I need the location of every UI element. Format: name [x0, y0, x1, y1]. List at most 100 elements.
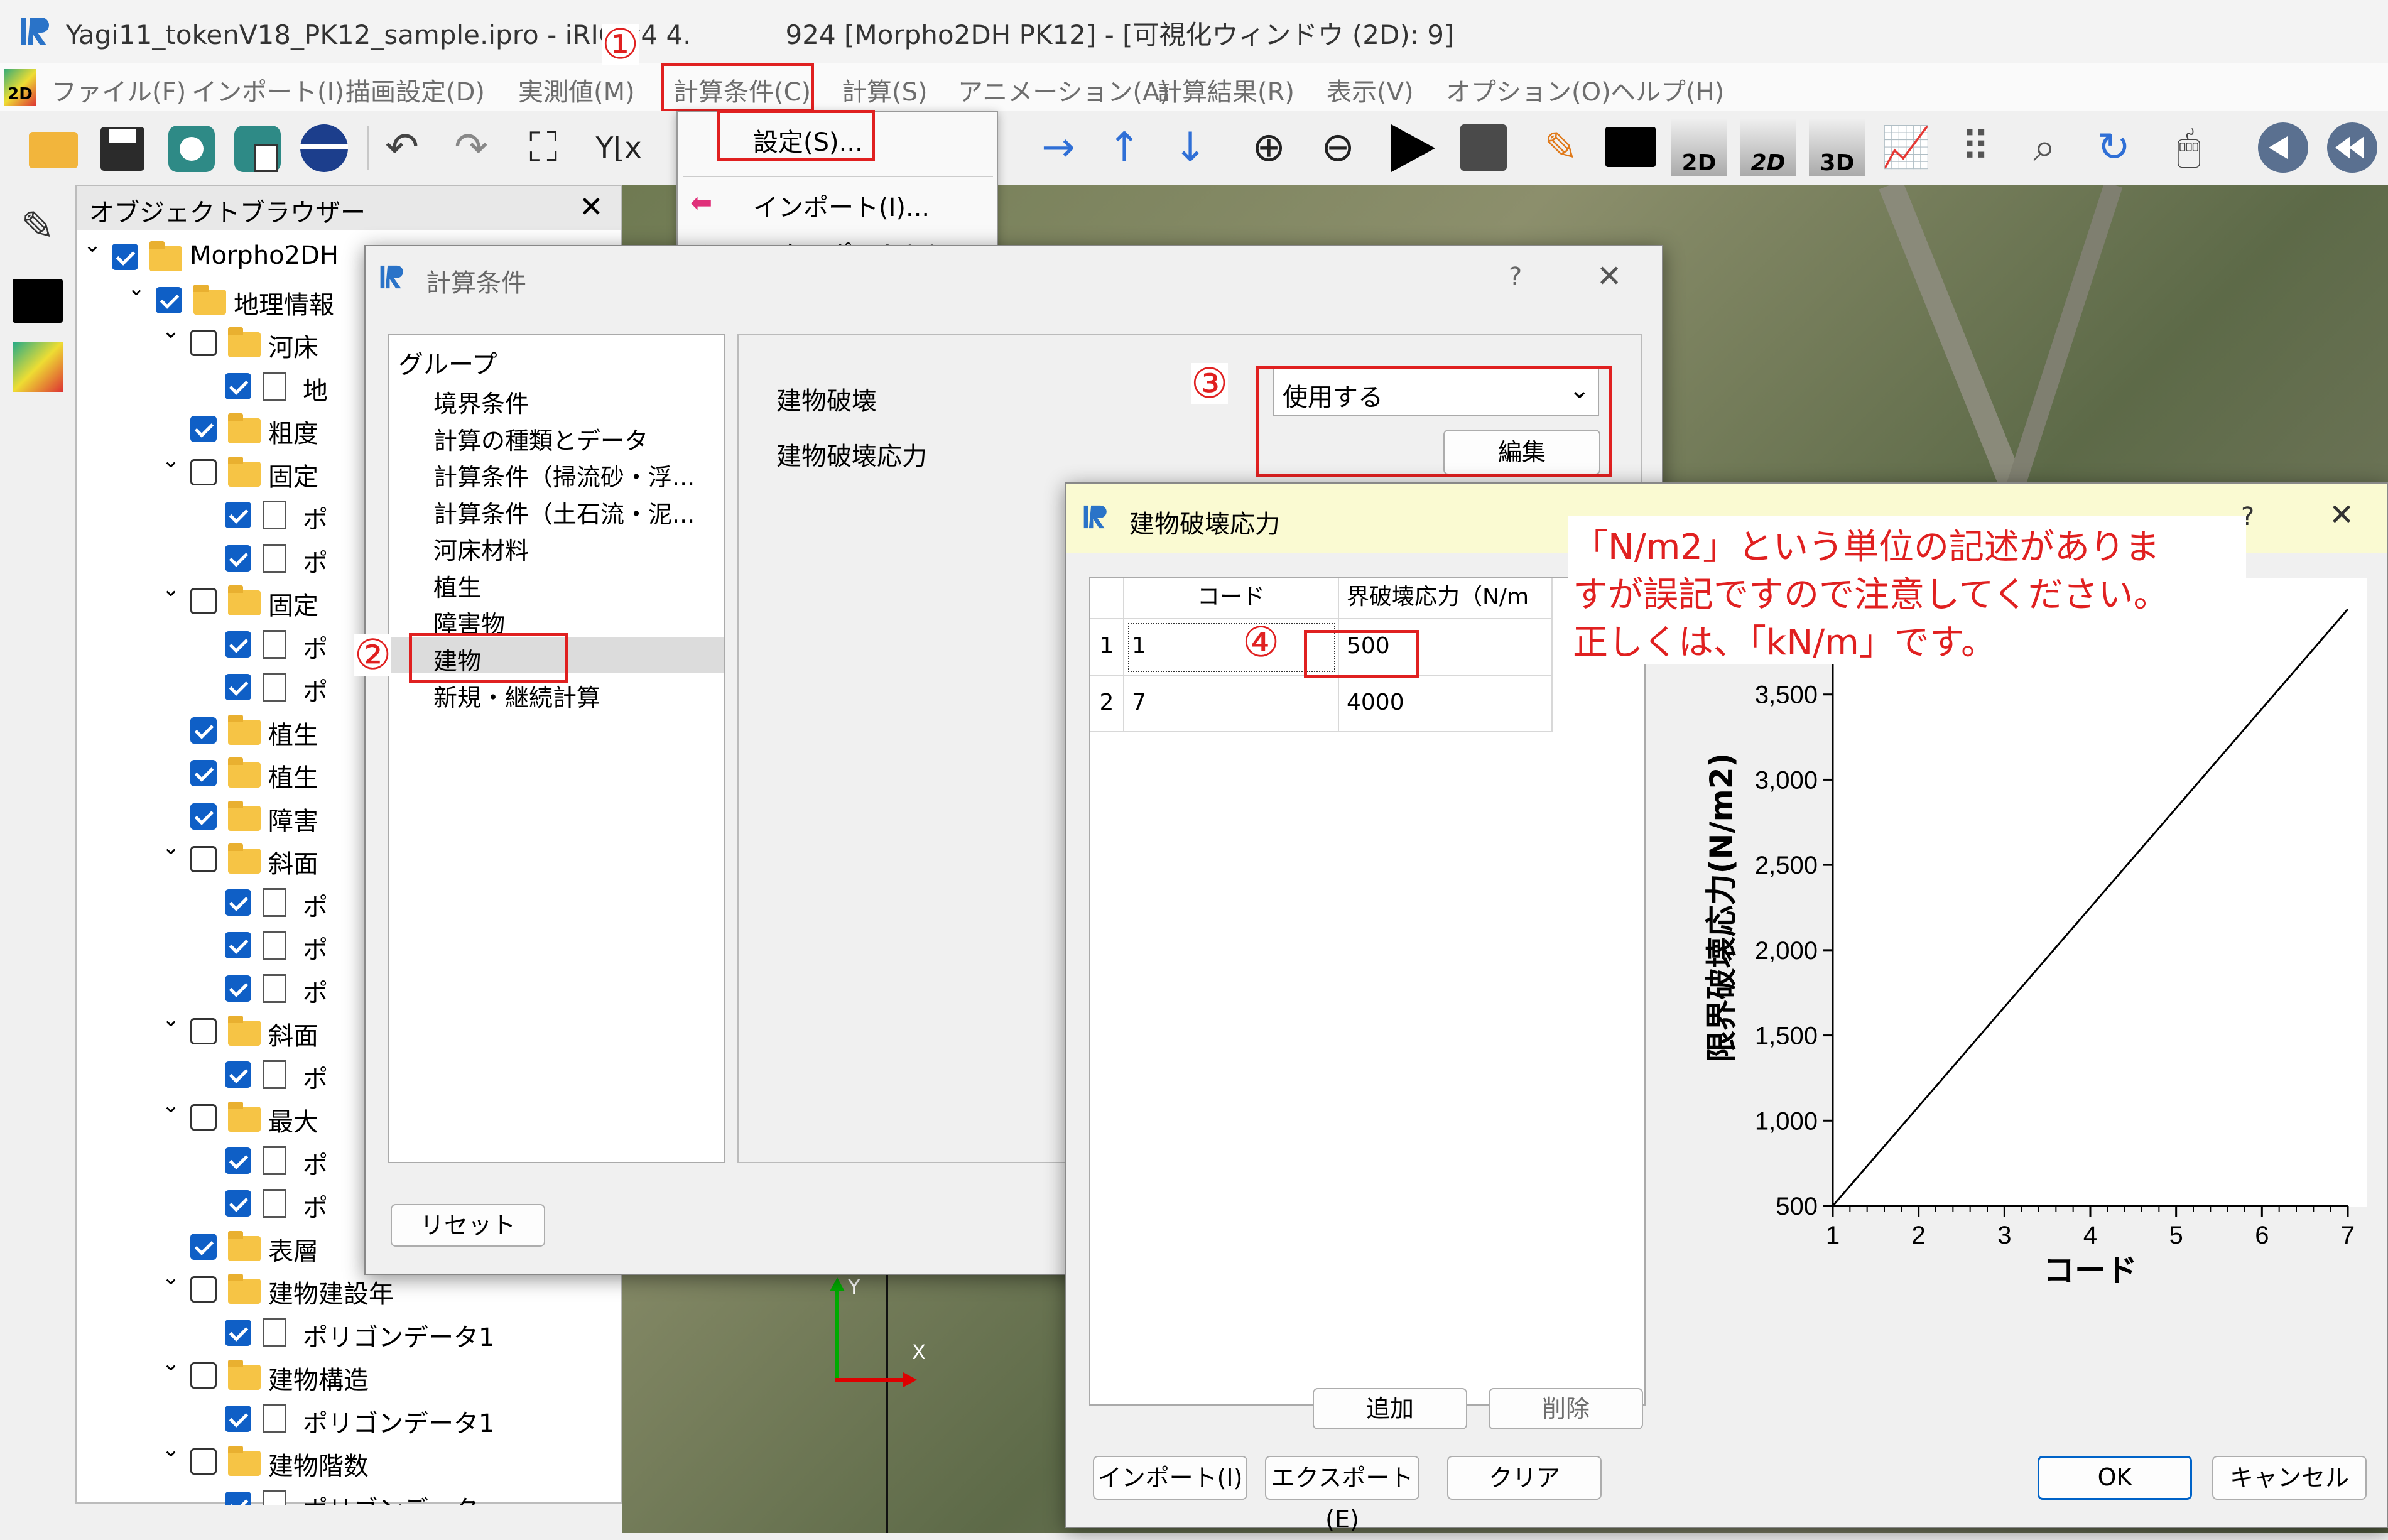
checkbox[interactable] [225, 932, 251, 958]
cancel-button[interactable]: キャンセル [2212, 1456, 2367, 1500]
tree-row[interactable]: ⌄ 建物階数 [77, 1437, 621, 1483]
graph-zoom-icon[interactable]: ⌕ [2016, 119, 2073, 176]
menu-calc[interactable]: 計算(S) [842, 72, 928, 108]
menu-file[interactable]: ファイル(F) [52, 72, 186, 108]
open-folder-icon[interactable] [25, 119, 82, 176]
camera-icon[interactable] [163, 119, 220, 176]
group-item[interactable]: 計算条件（土石流・泥... [433, 495, 695, 529]
checkbox[interactable] [112, 244, 138, 270]
zoom-fit-icon[interactable]: ⛶ [515, 119, 572, 176]
play-icon[interactable] [1385, 119, 1441, 176]
line-graph-icon[interactable]: 📈 [1878, 119, 1935, 176]
chevron-down-icon[interactable]: ⌄ [161, 577, 180, 602]
save-icon[interactable] [94, 119, 151, 176]
clear-button[interactable]: クリア [1447, 1456, 1602, 1500]
reset-button[interactable]: リセット [391, 1204, 545, 1247]
menu-import[interactable]: インポート(I) [192, 72, 344, 108]
chevron-down-icon[interactable]: ⌄ [83, 236, 102, 258]
chevron-down-icon[interactable]: ⌄ [127, 276, 146, 301]
checkbox[interactable] [225, 372, 251, 399]
checkbox[interactable] [225, 631, 251, 658]
checkbox[interactable] [190, 1362, 217, 1389]
group-item[interactable]: 計算条件（掃流砂・浮... [433, 458, 695, 492]
zoom-out-icon[interactable]: ⊖ [1310, 119, 1366, 176]
menu-measured[interactable]: 実測値(M) [518, 72, 635, 108]
checkbox[interactable] [225, 889, 251, 916]
tree-row[interactable]: ⌄ 建物建設年 [77, 1265, 621, 1311]
menu-result[interactable]: 計算結果(R) [1157, 72, 1294, 108]
chevron-down-icon[interactable]: ⌄ [161, 318, 180, 344]
chevron-down-icon[interactable]: ⌄ [161, 1265, 180, 1290]
menu-draw-settings[interactable]: 描画設定(D) [345, 72, 485, 108]
checkbox[interactable] [156, 286, 182, 313]
close-icon[interactable]: ✕ [579, 190, 604, 224]
export-button[interactable]: エクスポート(E) [1265, 1456, 1419, 1533]
checkbox[interactable] [225, 545, 251, 572]
skip-start-icon[interactable] [2255, 119, 2311, 176]
2d-view-icon[interactable]: 2D [1671, 119, 1727, 176]
2d-perspective-icon[interactable]: 2D [1740, 119, 1796, 176]
dropdown-import[interactable]: インポート(I)... [753, 187, 930, 224]
refresh-icon[interactable]: ↻ [2085, 119, 2142, 176]
checkbox[interactable] [190, 330, 217, 356]
checkbox[interactable] [190, 1104, 217, 1131]
checkbox[interactable] [225, 502, 251, 528]
chevron-down-icon[interactable]: ⌄ [161, 1093, 180, 1118]
3d-view-icon[interactable]: 3D [1809, 119, 1865, 176]
axis-icon[interactable]: Y⌊x [590, 119, 647, 176]
menu-option[interactable]: オプション(O) [1446, 72, 1611, 108]
checkbox[interactable] [225, 1190, 251, 1217]
tree-row[interactable]: ポリゴンデータ1 [77, 1312, 621, 1355]
help-icon[interactable]: ? [1509, 263, 1522, 291]
scatter-graph-icon[interactable]: ⠿ [1947, 119, 2004, 176]
mouse-icon[interactable]: 🖱 [2161, 119, 2217, 176]
chevron-down-icon[interactable]: ⌄ [161, 1007, 180, 1032]
checkbox[interactable] [190, 588, 217, 614]
group-item[interactable]: 新規・継続計算 [433, 678, 600, 713]
table-row[interactable]: 2 7 4000 [1090, 676, 1553, 732]
checkbox[interactable] [225, 1405, 251, 1432]
pencil-icon[interactable]: ✎ [1533, 119, 1589, 176]
import-button[interactable]: インポート(I) [1093, 1456, 1247, 1500]
checkbox[interactable] [190, 458, 217, 485]
add-button[interactable]: 追加 [1313, 1388, 1467, 1429]
edit-pen-icon[interactable]: ✎ [13, 203, 63, 254]
close-icon[interactable]: ✕ [2329, 497, 2354, 533]
checkbox[interactable] [225, 1147, 251, 1174]
arrow-right-icon[interactable]: → [1030, 119, 1087, 176]
checkbox[interactable] [190, 1276, 217, 1303]
menu-view[interactable]: 表示(V) [1327, 72, 1414, 108]
arrow-down-icon[interactable]: ↓ [1162, 119, 1218, 176]
console-back-icon[interactable] [13, 279, 63, 323]
checkbox[interactable] [190, 760, 217, 786]
group-item[interactable]: 境界条件 [433, 384, 529, 419]
console-icon[interactable] [1602, 119, 1658, 176]
checkbox[interactable] [225, 1319, 251, 1346]
code-cell[interactable]: 7 [1124, 676, 1339, 732]
group-item[interactable]: 植生 [433, 568, 481, 603]
stop-icon[interactable] [1454, 119, 1511, 176]
rewind-icon[interactable] [2324, 119, 2380, 176]
checkbox[interactable] [190, 846, 217, 872]
camera-copy-icon[interactable] [229, 119, 286, 176]
checkbox[interactable] [225, 1061, 251, 1088]
tree-row[interactable]: ポリゴンデータ [77, 1484, 621, 1505]
2d-color-icon[interactable] [13, 342, 63, 392]
chevron-down-icon[interactable]: ⌄ [161, 1437, 180, 1462]
menu-help[interactable]: ヘルプ(H) [1610, 72, 1724, 108]
chevron-down-icon[interactable]: ⌄ [161, 1351, 180, 1376]
chevron-down-icon[interactable]: ⌄ [161, 448, 180, 473]
undo-icon[interactable]: ↶ [374, 119, 430, 176]
group-item[interactable]: 計算の種類とデータ [433, 421, 648, 456]
checkbox[interactable] [190, 1233, 217, 1260]
chevron-down-icon[interactable]: ⌄ [161, 835, 180, 860]
checkbox[interactable] [190, 416, 217, 442]
redo-icon[interactable]: ↷ [443, 119, 499, 176]
arrow-up-icon[interactable]: ↑ [1096, 119, 1153, 176]
checkbox[interactable] [225, 674, 251, 700]
checkbox[interactable] [190, 1448, 217, 1475]
close-icon[interactable]: ✕ [1597, 259, 1622, 294]
stress-value-cell[interactable]: 4000 [1339, 676, 1553, 732]
zoom-in-icon[interactable]: ⊕ [1240, 119, 1297, 176]
menu-animation[interactable]: アニメーション(A) [958, 72, 1170, 108]
